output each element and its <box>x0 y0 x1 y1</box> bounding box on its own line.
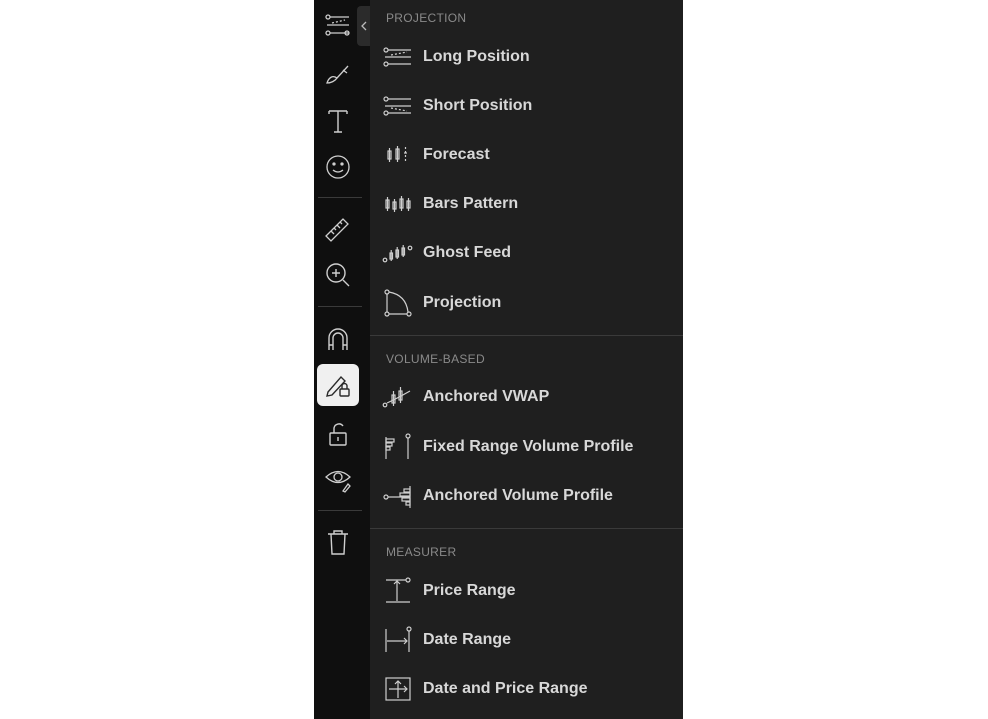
trend-lines-tool[interactable] <box>317 4 359 46</box>
section-header-projection: PROJECTION <box>386 11 467 25</box>
magnet-tool[interactable] <box>317 318 359 360</box>
menu-item-price-range[interactable]: Price Range <box>370 569 683 613</box>
menu-item-label: Forecast <box>423 146 490 163</box>
forecast-icon <box>382 139 414 171</box>
section-divider <box>370 335 683 336</box>
chevron-left-icon <box>360 21 366 31</box>
bars-pattern-icon <box>382 188 414 220</box>
ruler-icon <box>325 218 349 242</box>
emoji-icon <box>326 155 350 179</box>
menu-item-label: Anchored Volume Profile <box>423 487 613 504</box>
anchored-volume-profile-icon <box>382 480 414 512</box>
toolbar-divider <box>318 306 362 307</box>
menu-item-projection[interactable]: Projection <box>370 281 683 325</box>
ruler-tool[interactable] <box>317 208 359 250</box>
menu-item-short-position[interactable]: Short Position <box>370 84 683 128</box>
brush-icon <box>326 65 349 84</box>
lock-tool[interactable] <box>317 413 359 455</box>
trend-lines-icon <box>325 14 350 36</box>
menu-item-date-range[interactable]: Date Range <box>370 618 683 662</box>
remove-drawings-tool[interactable] <box>317 521 359 563</box>
collapse-panel-button[interactable] <box>357 6 370 46</box>
text-icon <box>328 110 348 133</box>
emoji-tool[interactable] <box>317 146 359 188</box>
menu-item-bars-pattern[interactable]: Bars Pattern <box>370 182 683 226</box>
section-divider <box>370 528 683 529</box>
menu-item-label: Projection <box>423 294 502 311</box>
zoom-in-tool[interactable] <box>317 254 359 296</box>
section-header-measurer: MEASURER <box>386 545 457 559</box>
trash-icon <box>328 530 348 555</box>
magnet-icon <box>328 328 348 350</box>
anchored-vwap-icon <box>382 381 414 413</box>
menu-item-forecast[interactable]: Forecast <box>370 133 683 177</box>
drawing-toolbar <box>314 0 370 719</box>
menu-item-label: Bars Pattern <box>423 195 519 212</box>
zoom-in-icon <box>326 263 350 287</box>
fixed-range-volume-profile-icon <box>382 431 414 463</box>
text-tool[interactable] <box>317 100 359 142</box>
ghost-feed-icon <box>382 237 414 269</box>
menu-item-date-and-price-range[interactable]: Date and Price Range <box>370 667 683 711</box>
menu-item-anchored-vwap[interactable]: Anchored VWAP <box>370 375 683 419</box>
menu-item-label: Fixed Range Volume Profile <box>423 438 634 455</box>
menu-item-label: Ghost Feed <box>423 244 512 261</box>
toolbar-divider <box>318 197 362 198</box>
menu-item-ghost-feed[interactable]: Ghost Feed <box>370 231 683 275</box>
drawing-tools-panel: PROJECTION Long Position Short Position <box>370 0 683 719</box>
lock-icon <box>329 423 347 446</box>
long-position-icon <box>382 41 414 73</box>
menu-item-label: Date Range <box>423 631 512 648</box>
hide-drawings-tool[interactable] <box>317 457 359 499</box>
menu-item-label: Long Position <box>423 48 530 65</box>
menu-item-label: Anchored VWAP <box>423 388 550 405</box>
short-position-icon <box>382 90 414 122</box>
menu-item-long-position[interactable]: Long Position <box>370 35 683 79</box>
section-header-volume-based: VOLUME-BASED <box>386 352 485 366</box>
menu-item-fixed-range-volume-profile[interactable]: Fixed Range Volume Profile <box>370 425 683 469</box>
date-range-icon <box>382 624 414 656</box>
stay-in-drawing-mode-tool[interactable] <box>317 364 359 406</box>
menu-item-anchored-volume-profile[interactable]: Anchored Volume Profile <box>370 474 683 518</box>
menu-item-label: Date and Price Range <box>423 680 588 697</box>
projection-icon <box>382 287 414 319</box>
toolbar-divider <box>318 510 362 511</box>
stay-in-drawing-mode-icon <box>326 375 350 397</box>
hide-drawings-icon <box>325 470 351 493</box>
date-and-price-range-icon <box>382 673 414 705</box>
menu-item-label: Price Range <box>423 582 516 599</box>
brush-tool[interactable] <box>317 53 359 95</box>
menu-item-label: Short Position <box>423 97 533 114</box>
price-range-icon <box>382 575 414 607</box>
